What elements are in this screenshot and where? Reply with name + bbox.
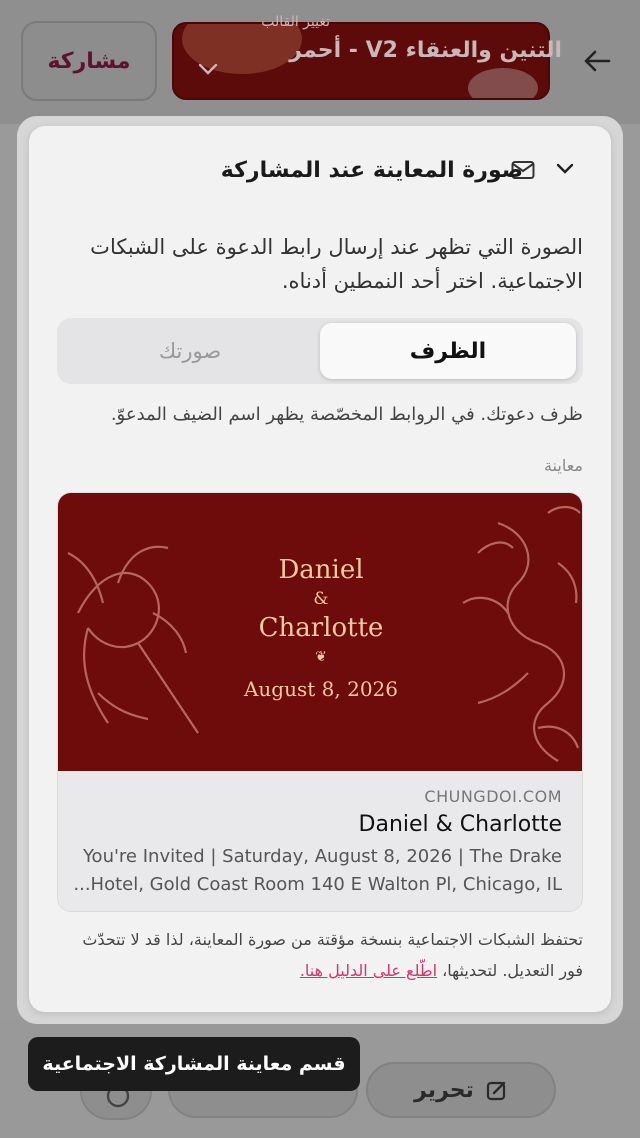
share-preview-panel: صورة المعاينة عند المشاركة الصورة التي ت… bbox=[29, 126, 611, 1012]
link-preview-card: Daniel & Charlotte ❦ August 8, 2026 CHUN… bbox=[57, 492, 583, 912]
template-thumbnail-decoration bbox=[468, 68, 538, 98]
card-ornament: ❦ bbox=[315, 649, 327, 665]
edit-icon bbox=[486, 1081, 506, 1101]
template-name: التنين والعنقاء V2 - أحمر bbox=[289, 38, 562, 63]
card-domain: CHUNGDOI.COM bbox=[424, 787, 562, 806]
arrow-left-icon bbox=[584, 50, 611, 72]
envelope-preview-image: Daniel & Charlotte ❦ August 8, 2026 bbox=[58, 493, 582, 771]
preview-label: معاينة bbox=[543, 456, 583, 475]
card-description-line: ...Hotel, Gold Coast Room 140 E Walton P… bbox=[73, 874, 562, 895]
panel-header[interactable]: صورة المعاينة عند المشاركة bbox=[29, 150, 611, 192]
chevron-down-icon[interactable] bbox=[555, 162, 575, 176]
card-name-1: Daniel bbox=[278, 555, 364, 585]
card-meta: CHUNGDOI.COM Daniel & Charlotte You're I… bbox=[72, 787, 562, 899]
card-name-2: Charlotte bbox=[258, 613, 384, 643]
chevron-down-icon bbox=[198, 63, 218, 75]
card-ampersand: & bbox=[313, 589, 329, 609]
edit-button[interactable]: تحرير bbox=[366, 1062, 556, 1118]
card-title: Daniel & Charlotte bbox=[358, 812, 562, 837]
segment-photo[interactable]: صورتك bbox=[62, 323, 318, 379]
mode-hint: ظرف دعوتك. في الروابط المخصّصة يظهر اسم … bbox=[110, 404, 583, 425]
back-button[interactable] bbox=[572, 38, 622, 84]
cache-notice: تحتفظ الشبكات الاجتماعية بنسخة مؤقتة من … bbox=[57, 924, 583, 986]
preview-mode-toggle: صورتك الظرف bbox=[57, 318, 583, 384]
card-description-line: You're Invited | Saturday, August 8, 202… bbox=[82, 846, 562, 867]
template-caption: تغيير القالب bbox=[261, 14, 330, 30]
section-tooltip: قسم معاينة المشاركة الاجتماعية bbox=[28, 1037, 360, 1091]
guide-link[interactable]: اطّلع على الدليل هنا. bbox=[300, 961, 437, 980]
segment-envelope[interactable]: الظرف bbox=[320, 323, 576, 379]
card-date: August 8, 2026 bbox=[243, 677, 398, 701]
panel-title: صورة المعاينة عند المشاركة bbox=[220, 158, 523, 183]
card-description: You're Invited | Saturday, August 8, 202… bbox=[72, 843, 562, 899]
share-button[interactable]: مشاركة bbox=[21, 21, 157, 101]
edit-label: تحرير bbox=[414, 1077, 474, 1103]
panel-description: الصورة التي تظهر عند إرسال رابط الدعوة ع… bbox=[90, 235, 583, 293]
